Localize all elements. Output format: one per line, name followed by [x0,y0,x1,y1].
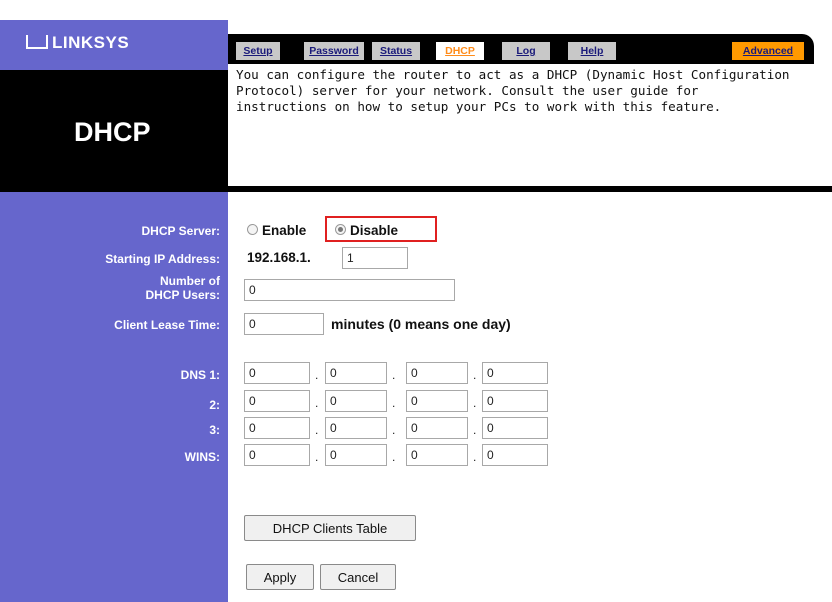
tab-log[interactable]: Log [502,42,550,60]
cancel-button[interactable]: Cancel [320,564,396,590]
linksys-logo: LINKSYS [26,33,129,53]
dns1-octet-4[interactable]: 0 [482,362,548,384]
dhcp-server-label: DHCP Server: [141,224,220,238]
wins-separator: . [473,450,477,464]
tab-help[interactable]: Help [568,42,616,60]
page-title: DHCP [74,117,151,147]
dns3-octet-1[interactable]: 0 [244,417,310,439]
enable-label: Enable [262,223,307,238]
dns2-separator: . [473,396,477,410]
dns2-separator: . [392,396,396,410]
dns2-label: 2: [209,398,220,412]
dns1-octet-1[interactable]: 0 [244,362,310,384]
num-users-label-line1: Number of [160,274,220,288]
dns3-octet-3[interactable]: 0 [406,417,468,439]
lease-time-suffix: minutes (0 means one day) [331,316,511,332]
logo-text: LINKSYS [52,33,130,52]
dns3-separator: . [473,423,477,437]
lease-time-input[interactable]: 0 [244,313,324,335]
wins-octet-2[interactable]: 0 [325,444,387,466]
dns2-separator: . [315,396,319,410]
dns1-octet-2[interactable]: 0 [325,362,387,384]
tab-setup[interactable]: Setup [236,42,280,60]
highlight-box [325,216,437,242]
dns1-separator: . [392,368,396,382]
logo-mark-icon [26,35,48,49]
dns3-separator: . [315,423,319,437]
dns3-octet-2[interactable]: 0 [325,417,387,439]
dhcp-clients-table-button[interactable]: DHCP Clients Table [244,515,416,541]
tab-password[interactable]: Password [304,42,364,60]
ip-prefix: 192.168.1. [247,250,311,265]
tab-status[interactable]: Status [372,42,420,60]
top-margin [0,0,228,20]
starting-ip-label: Starting IP Address: [105,252,220,266]
dns2-octet-3[interactable]: 0 [406,390,468,412]
dns3-separator: . [392,423,396,437]
wins-separator: . [315,450,319,464]
dns2-octet-4[interactable]: 0 [482,390,548,412]
dns2-octet-1[interactable]: 0 [244,390,310,412]
dns1-label: DNS 1: [180,368,220,382]
wins-separator: . [392,450,396,464]
dns1-separator: . [473,368,477,382]
lease-time-label: Client Lease Time: [114,318,220,332]
num-users-label-line2: DHCP Users: [145,288,220,302]
wins-octet-3[interactable]: 0 [406,444,468,466]
num-users-input[interactable]: 0 [244,279,455,301]
tab-dhcp[interactable]: DHCP [436,42,484,60]
dns1-separator: . [315,368,319,382]
dns1-octet-3[interactable]: 0 [406,362,468,384]
tab-advanced[interactable]: Advanced [732,42,804,60]
top-white-area [228,0,832,34]
dns2-octet-2[interactable]: 0 [325,390,387,412]
dns3-label: 3: [209,423,220,437]
wins-label: WINS: [184,450,220,464]
enable-radio[interactable] [247,224,258,235]
dns3-octet-4[interactable]: 0 [482,417,548,439]
starting-ip-last-octet[interactable]: 1 [342,247,408,269]
apply-button[interactable]: Apply [246,564,314,590]
wins-octet-1[interactable]: 0 [244,444,310,466]
wins-octet-4[interactable]: 0 [482,444,548,466]
page-description: You can configure the router to act as a… [236,67,790,114]
